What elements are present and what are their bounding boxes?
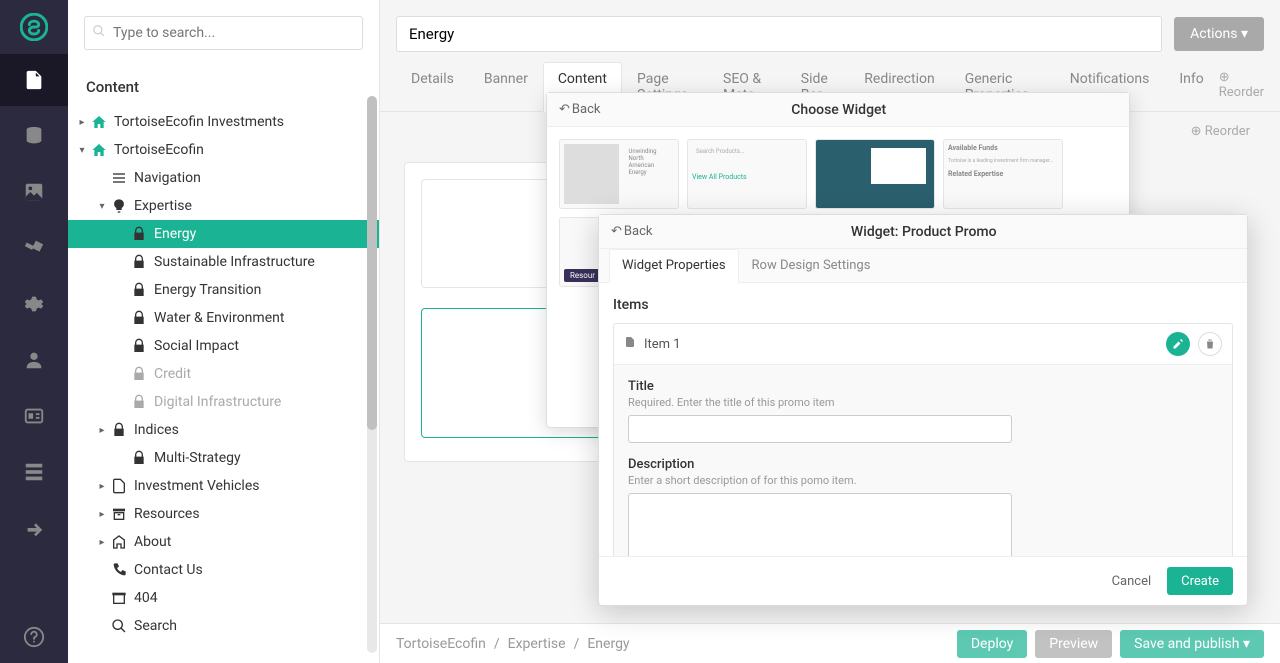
app-logo [19,12,49,42]
items-label: Items [613,297,1233,313]
crumb: Energy [587,636,629,652]
actions-button[interactable]: Actions ▾ [1174,17,1264,51]
tree-item[interactable]: ▸Investment Vehicles [68,472,379,500]
desc-field-help: Enter a short description of for this po… [628,474,1218,487]
crumb[interactable]: Expertise [508,636,566,652]
desc-field-label: Description [628,457,1218,472]
preview-button[interactable]: Preview [1035,630,1112,658]
rail-help-icon[interactable] [0,611,68,663]
tab-banner[interactable]: Banner [469,62,543,111]
tree-item[interactable]: Digital Infrastructure [68,388,379,416]
tab-widget-properties[interactable]: Widget Properties [609,249,739,283]
tab-row-design[interactable]: Row Design Settings [739,249,884,282]
tree-item[interactable]: Credit [68,360,379,388]
tree-item[interactable]: ▾Expertise [68,192,379,220]
tree-item[interactable]: Water & Environment [68,304,379,332]
rail-arrow-icon[interactable] [0,502,68,554]
rail-card-icon[interactable] [0,390,68,442]
tree-item[interactable]: ▸Resources [68,500,379,528]
rail-database-icon[interactable] [0,110,68,162]
tree-item[interactable]: Social Impact [68,332,379,360]
crumb[interactable]: TortoiseEcofin [396,636,486,652]
widget-thumb[interactable]: Search Products...View All Products [687,139,807,209]
doc-icon [624,336,636,352]
tree-item[interactable]: Contact Us [68,556,379,584]
tree-item[interactable]: 404 [68,584,379,612]
title-field-help: Required. Enter the title of this promo … [628,396,1218,409]
page-title-input[interactable] [396,16,1162,52]
item-name: Item 1 [644,337,1158,352]
modal-title: Choose Widget [600,102,1077,118]
widget-thumb[interactable] [815,139,935,209]
icon-rail [0,0,68,663]
edit-icon[interactable] [1166,332,1190,356]
reorder-link[interactable]: ⊕ Reorder [1219,62,1264,111]
tree-item[interactable]: Multi-Strategy [68,444,379,472]
breadcrumb: TortoiseEcofin / Expertise / Energy Depl… [380,623,1280,663]
search-input[interactable] [84,16,363,50]
product-promo-modal: ↶ Back Widget: Product Promo Widget Prop… [598,214,1248,606]
rail-media-icon[interactable] [0,166,68,218]
title-input[interactable] [628,415,1012,443]
tree-item[interactable]: ▸Indices [68,416,379,444]
rail-settings-icon[interactable] [0,222,68,274]
rail-gear-icon[interactable] [0,278,68,330]
tree-item[interactable]: ▸About [68,528,379,556]
rail-user-icon[interactable] [0,334,68,386]
deploy-button[interactable]: Deploy [957,630,1027,658]
tree-item[interactable]: Sustainable Infrastructure [68,248,379,276]
content-sidebar: Content ▸TortoiseEcofin Investments▾Tort… [68,0,380,663]
tree-item[interactable]: Energy Transition [68,276,379,304]
tree-item[interactable]: ▸TortoiseEcofin Investments [68,108,379,136]
tree-item[interactable]: ▾TortoiseEcofin [68,136,379,164]
cancel-button[interactable]: Cancel [1112,574,1152,589]
reorder-link[interactable]: ⊕ Reorder [1191,124,1250,139]
trash-icon[interactable] [1198,332,1222,356]
content-tree: ▸TortoiseEcofin Investments▾TortoiseEcof… [68,108,379,663]
rail-content-icon[interactable] [0,54,68,106]
widget-thumb[interactable]: Available FundsTortoise is a leading inv… [943,139,1063,209]
back-link[interactable]: ↶ Back [611,224,652,239]
item-row: Item 1 Title Required. Enter the title o… [613,323,1233,556]
widget-thumb[interactable]: Unwinding North American Energy [559,139,679,209]
sidebar-title: Content [68,66,379,108]
title-field-label: Title [628,379,1218,394]
back-link[interactable]: ↶ Back [559,102,600,117]
description-input[interactable] [628,493,1012,556]
modal-title: Widget: Product Promo [652,224,1195,240]
tab-details[interactable]: Details [396,62,469,111]
tab-info[interactable]: Info [1164,62,1218,111]
tree-item[interactable]: Navigation [68,164,379,192]
rail-layout-icon[interactable] [0,446,68,498]
tree-item[interactable]: Search [68,612,379,640]
publish-button[interactable]: Save and publish ▾ [1120,630,1264,658]
tree-item[interactable]: Energy [68,220,379,248]
create-button[interactable]: Create [1167,567,1233,595]
